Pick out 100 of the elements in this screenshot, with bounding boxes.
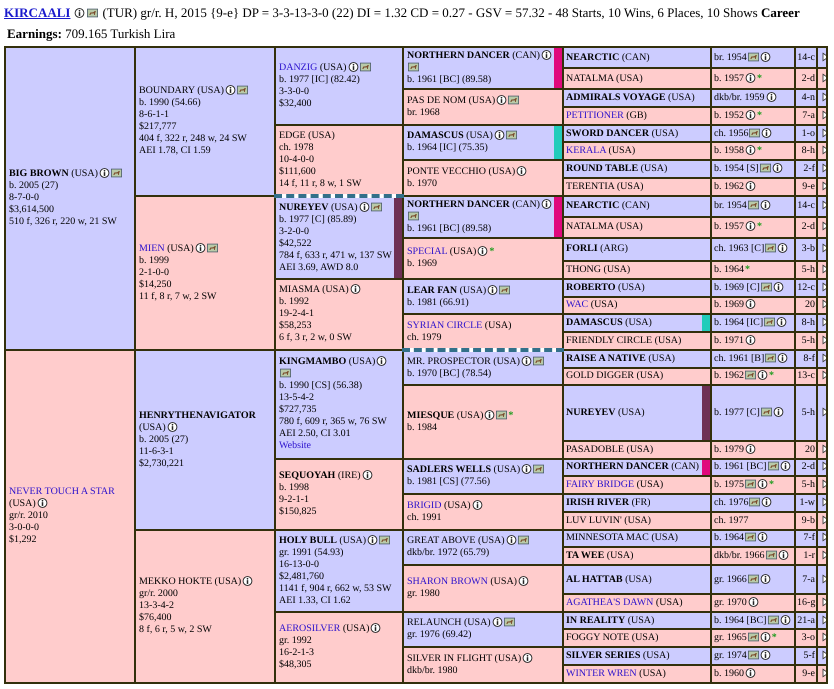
info-icon[interactable]	[760, 52, 771, 62]
horse-photo-icon[interactable]	[506, 130, 517, 140]
info-icon[interactable]	[242, 576, 254, 586]
horse-photo-icon[interactable]	[764, 317, 776, 328]
info-icon[interactable]	[362, 470, 373, 480]
info-icon[interactable]	[370, 623, 382, 634]
info-icon[interactable]	[194, 242, 206, 253]
info-icon[interactable]	[166, 422, 178, 432]
info-icon[interactable]	[745, 72, 756, 83]
horse-name-link[interactable]: SYRIAN CIRCLE	[407, 320, 482, 331]
horse-photo-icon[interactable]	[87, 8, 98, 18]
horse-name-link[interactable]: KIRCAALI	[4, 5, 70, 20]
info-icon[interactable]	[358, 202, 370, 212]
horse-name-link[interactable]: AEROSILVER	[279, 623, 340, 634]
info-icon[interactable]	[36, 498, 48, 508]
horse-photo-icon[interactable]	[360, 62, 370, 72]
info-icon[interactable]	[760, 574, 771, 584]
info-icon[interactable]	[772, 163, 783, 174]
horse-photo-icon[interactable]	[280, 368, 291, 378]
info-icon[interactable]	[778, 550, 789, 560]
info-icon[interactable]	[745, 145, 756, 156]
horse-photo-icon[interactable]	[504, 617, 515, 628]
horse-name-link[interactable]: NEVER TOUCH A STAR	[9, 486, 115, 498]
info-icon[interactable]	[541, 50, 552, 60]
info-icon[interactable]	[760, 650, 771, 660]
info-icon[interactable]	[484, 410, 496, 420]
horse-name-link[interactable]: KERALA	[566, 145, 606, 156]
horse-photo-icon[interactable]	[760, 163, 771, 174]
horse-name-link[interactable]: DANZIG	[279, 62, 318, 73]
info-icon[interactable]	[376, 356, 388, 366]
info-icon[interactable]	[745, 668, 756, 678]
info-icon[interactable]	[761, 496, 772, 507]
horse-photo-icon[interactable]	[765, 352, 776, 363]
horse-name-link[interactable]: PETITIONER	[566, 110, 624, 121]
info-icon[interactable]	[348, 62, 358, 72]
website-link[interactable]: Website	[279, 440, 311, 452]
info-icon[interactable]	[224, 85, 236, 96]
info-icon[interactable]	[521, 464, 532, 474]
info-icon[interactable]	[98, 168, 110, 178]
horse-photo-icon[interactable]	[748, 574, 759, 584]
info-icon[interactable]	[777, 243, 788, 254]
info-icon[interactable]	[761, 128, 772, 138]
horse-photo-icon[interactable]	[748, 632, 759, 642]
info-icon[interactable]	[776, 317, 788, 328]
horse-photo-icon[interactable]	[370, 202, 382, 212]
horse-photo-icon[interactable]	[110, 168, 122, 178]
horse-photo-icon[interactable]	[768, 614, 778, 625]
horse-photo-icon[interactable]	[499, 284, 510, 295]
horse-photo-icon[interactable]	[533, 464, 544, 474]
info-icon[interactable]	[777, 352, 788, 363]
info-icon[interactable]	[745, 299, 756, 310]
horse-name-link[interactable]: MIEN	[139, 242, 165, 254]
horse-photo-icon[interactable]	[760, 407, 772, 418]
horse-photo-icon[interactable]	[408, 210, 419, 221]
info-icon[interactable]	[780, 461, 790, 472]
info-icon[interactable]	[745, 221, 756, 232]
horse-name-link[interactable]: AGATHEA'S DAWN	[566, 596, 654, 608]
info-icon[interactable]	[74, 8, 86, 18]
info-icon[interactable]	[745, 444, 756, 454]
horse-photo-icon[interactable]	[518, 535, 529, 546]
info-icon[interactable]	[780, 614, 790, 625]
info-icon[interactable]	[772, 407, 784, 418]
info-icon[interactable]	[506, 535, 517, 546]
info-icon[interactable]	[350, 284, 361, 294]
info-icon[interactable]	[522, 653, 534, 664]
info-icon[interactable]	[520, 356, 532, 366]
horse-photo-icon[interactable]	[749, 496, 760, 507]
info-icon[interactable]	[745, 110, 756, 120]
info-icon[interactable]	[487, 284, 498, 295]
horse-photo-icon[interactable]	[768, 461, 778, 472]
horse-photo-icon[interactable]	[408, 62, 419, 72]
info-icon[interactable]	[496, 94, 508, 105]
info-icon[interactable]	[367, 534, 378, 545]
info-icon[interactable]	[518, 576, 530, 586]
horse-name-link[interactable]: BRIGID	[407, 500, 442, 511]
horse-photo-icon[interactable]	[206, 242, 218, 253]
info-icon[interactable]	[541, 198, 552, 209]
info-icon[interactable]	[757, 532, 768, 542]
info-icon[interactable]	[516, 166, 528, 176]
horse-photo-icon[interactable]	[749, 128, 760, 138]
info-icon[interactable]	[772, 282, 784, 292]
horse-photo-icon[interactable]	[766, 550, 777, 560]
horse-photo-icon[interactable]	[760, 282, 772, 292]
info-icon[interactable]	[757, 370, 768, 380]
horse-photo-icon[interactable]	[508, 94, 520, 105]
horse-photo-icon[interactable]	[379, 534, 390, 545]
horse-name-link[interactable]: SPECIAL	[407, 246, 448, 258]
info-icon[interactable]	[766, 92, 777, 102]
info-icon[interactable]	[745, 180, 756, 191]
info-icon[interactable]	[477, 246, 488, 256]
horse-photo-icon[interactable]	[748, 200, 759, 210]
info-icon[interactable]	[472, 500, 483, 510]
horse-photo-icon[interactable]	[236, 85, 248, 96]
horse-photo-icon[interactable]	[748, 52, 759, 62]
horse-photo-icon[interactable]	[745, 532, 756, 542]
horse-photo-icon[interactable]	[748, 650, 759, 660]
info-icon[interactable]	[760, 200, 771, 210]
info-icon[interactable]	[492, 617, 503, 628]
info-icon[interactable]	[494, 130, 505, 140]
info-icon[interactable]	[760, 632, 771, 642]
